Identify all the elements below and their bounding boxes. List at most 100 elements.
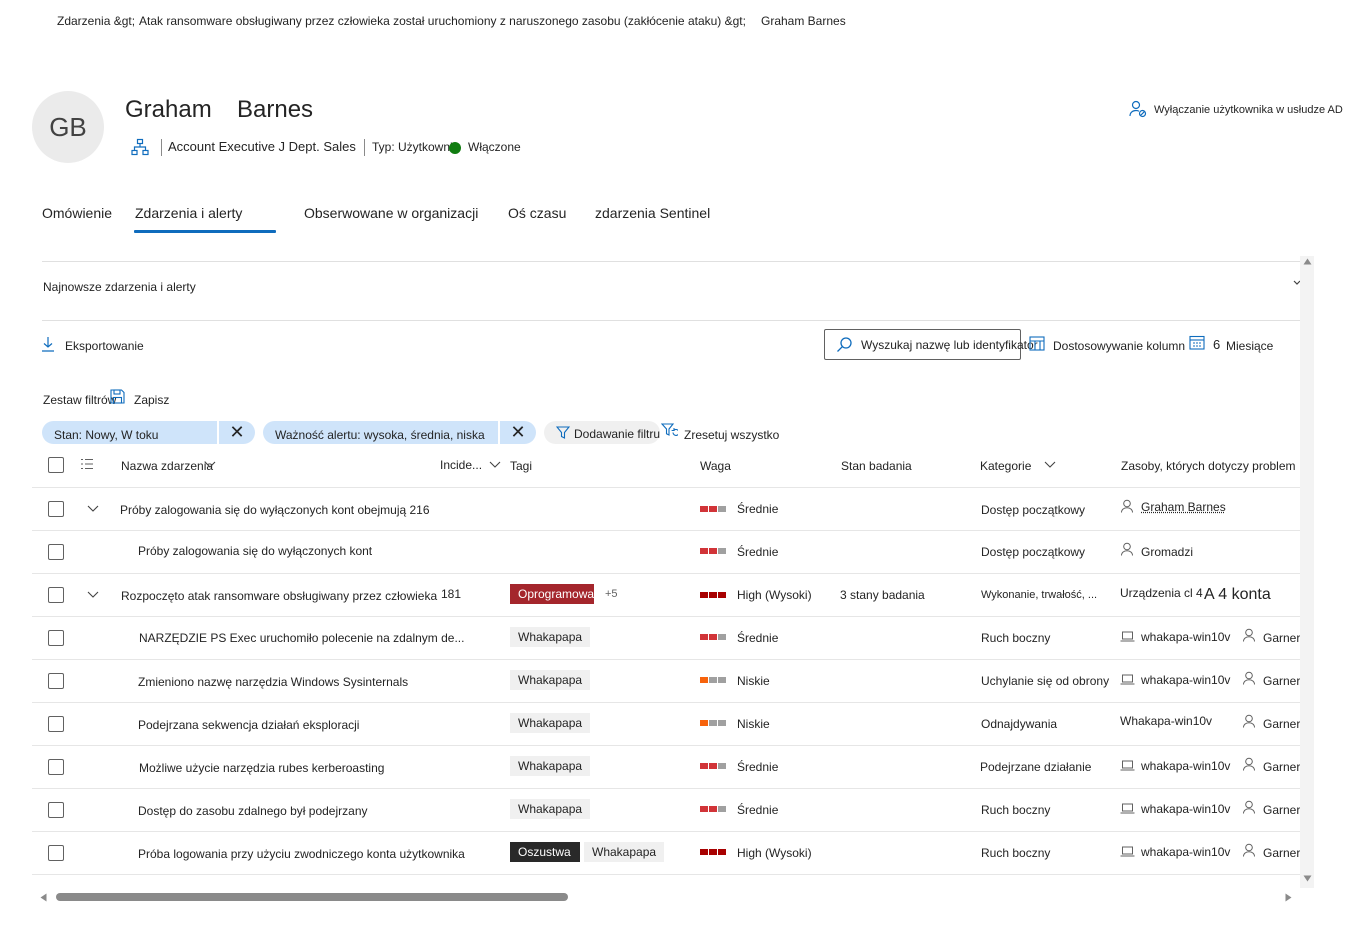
select-all-checkbox[interactable] xyxy=(48,457,64,473)
column-header-assets[interactable]: Zasoby, których dotyczy problem xyxy=(1121,459,1296,473)
divider xyxy=(32,831,1300,832)
disable-user-button[interactable]: Wyłączanie użytkownika w usłudze AD xyxy=(1154,104,1343,116)
column-header-name[interactable]: Nazwa zdarzenia xyxy=(121,459,213,473)
row-checkbox[interactable] xyxy=(48,673,64,689)
save-filter-button[interactable]: Zapisz xyxy=(134,393,169,407)
chevron-down-icon[interactable] xyxy=(1044,461,1056,469)
asset-device-link[interactable]: whakapa-win10v xyxy=(1141,630,1230,644)
columns-icon[interactable] xyxy=(1029,336,1045,351)
filter-set-label[interactable]: Zestaw filtrów xyxy=(43,393,116,407)
asset-accounts[interactable]: A 4 konta xyxy=(1204,586,1271,604)
tab-overview[interactable]: Omówienie xyxy=(42,205,112,221)
disable-user-icon xyxy=(1129,100,1147,118)
filter-chip-status-label: Stan: Nowy, W toku xyxy=(54,428,159,442)
row-checkbox[interactable] xyxy=(48,544,64,560)
asset-devices[interactable]: Urządzenia cl 4 xyxy=(1120,586,1203,600)
category-label: Ruch boczny xyxy=(981,803,1051,817)
tag-badge: Whakapapa xyxy=(510,713,591,733)
column-header-severity[interactable]: Waga xyxy=(700,459,731,473)
reset-all-button[interactable]: Zresetuj wszystko xyxy=(684,428,779,442)
laptop-icon xyxy=(1120,760,1135,771)
incident-id[interactable]: 181 xyxy=(441,587,461,601)
tag-more-count[interactable]: +5 xyxy=(605,588,618,600)
tag-badge: Whakapapa xyxy=(584,842,665,862)
column-header-category[interactable]: Kategorie xyxy=(980,459,1031,473)
scroll-up-arrow-icon[interactable] xyxy=(1303,258,1312,265)
scroll-right-arrow-icon[interactable] xyxy=(1285,893,1292,902)
asset-user-link[interactable]: Garner xyxy=(1263,717,1300,731)
asset-link[interactable]: Graham Barnes xyxy=(1141,500,1226,514)
asset-user-link[interactable]: Garner xyxy=(1263,631,1300,645)
severity-label: Średnie xyxy=(737,631,779,645)
column-header-tags[interactable]: Tagi xyxy=(510,459,532,473)
category-label: Podejrzane działanie xyxy=(980,760,1092,774)
severity-bars-medium xyxy=(700,634,726,640)
save-icon[interactable] xyxy=(110,389,125,404)
remove-filter-status-button[interactable]: ✕ xyxy=(219,421,255,444)
scroll-left-arrow-icon[interactable] xyxy=(40,893,47,902)
list-options-icon[interactable] xyxy=(80,458,94,470)
laptop-icon xyxy=(1120,631,1135,642)
breadcrumb-incidents[interactable]: Zdarzenia &gt; xyxy=(57,14,135,28)
table-row-name[interactable]: Zmieniono nazwę narzędzia Windows Sysint… xyxy=(138,675,408,689)
column-header-incident[interactable]: Incide... xyxy=(440,458,482,472)
investigation-state[interactable]: 3 stany badania xyxy=(840,588,925,602)
table-row-name[interactable]: Możliwe użycie narzędzia rubes kerberoas… xyxy=(139,761,384,775)
period-number[interactable]: 6 xyxy=(1213,337,1220,352)
row-checkbox[interactable] xyxy=(48,716,64,732)
asset-device-link[interactable]: Whakapa-win10v xyxy=(1120,714,1212,728)
column-header-investigation[interactable]: Stan badania xyxy=(841,459,912,473)
asset-user-link[interactable]: Garner xyxy=(1263,846,1300,860)
table-row-name[interactable]: Próby zalogowania się do wyłączonych kon… xyxy=(120,503,430,517)
expand-chevron-icon[interactable] xyxy=(87,591,99,599)
scroll-down-arrow-icon[interactable] xyxy=(1303,875,1312,882)
reset-filter-icon[interactable] xyxy=(661,423,678,439)
chevron-down-icon[interactable] xyxy=(204,461,216,469)
table-row-name[interactable]: Próby zalogowania się do wyłączonych kon… xyxy=(138,544,372,558)
expand-chevron-icon[interactable] xyxy=(87,505,99,513)
org-chart-icon[interactable] xyxy=(131,138,149,156)
tab-sentinel[interactable]: zdarzenia Sentinel xyxy=(595,205,710,221)
table-row-name[interactable]: Podejrzana sekwencja działań eksploracji xyxy=(138,718,359,732)
tab-observed[interactable]: Obserwowane w organizacji xyxy=(304,205,478,221)
tab-timeline[interactable]: Oś czasu xyxy=(508,205,566,221)
export-button[interactable]: Eksportowanie xyxy=(65,339,144,353)
asset-user-link[interactable]: Garner xyxy=(1263,760,1300,774)
table-row-name[interactable]: Dostęp do zasobu zdalnego był podejrzany xyxy=(138,804,368,818)
table-row-name[interactable]: NARZĘDZIE PS Exec uruchomiło polecenie n… xyxy=(139,631,464,645)
tag-badge: Oszustwa xyxy=(510,842,580,862)
chevron-down-icon[interactable] xyxy=(489,461,501,469)
calendar-icon[interactable] xyxy=(1189,335,1205,350)
breadcrumb-incident[interactable]: Atak ransomware obsługiwany przez człowi… xyxy=(139,14,746,28)
asset-user-link[interactable]: Garner xyxy=(1263,674,1300,688)
section-title: Najnowsze zdarzenia i alerty xyxy=(43,280,196,294)
row-checkbox[interactable] xyxy=(48,802,64,818)
asset-device-link[interactable]: whakapa-win10v xyxy=(1141,845,1230,859)
remove-filter-severity-button[interactable]: ✕ xyxy=(500,421,536,444)
table-row-name[interactable]: Próba logowania przy użyciu zwodniczego … xyxy=(138,847,465,861)
row-checkbox[interactable] xyxy=(48,587,64,603)
asset-link[interactable]: Gromadzi xyxy=(1141,545,1193,559)
table-row-name[interactable]: Rozpoczęto atak ransomware obsługiwany p… xyxy=(121,589,437,603)
row-checkbox[interactable] xyxy=(48,630,64,646)
asset-device-link[interactable]: whakapa-win10v xyxy=(1141,673,1230,687)
tab-incidents-alerts[interactable]: Zdarzenia i alerty xyxy=(135,205,242,221)
asset-device-link[interactable]: whakapa-win10v xyxy=(1141,759,1230,773)
tag-badge: Whakapapa xyxy=(510,670,591,690)
vertical-scrollbar[interactable] xyxy=(1300,256,1314,888)
customize-columns-button[interactable]: Dostosowywanie kolumn xyxy=(1053,339,1185,353)
tag-badge: Whakapapa xyxy=(510,799,591,819)
severity-label: Średnie xyxy=(737,502,779,516)
download-icon[interactable] xyxy=(41,336,55,352)
asset-device-link[interactable]: whakapa-win10v xyxy=(1141,802,1230,816)
asset-user-link[interactable]: Garner xyxy=(1263,803,1300,817)
period-selector[interactable]: Miesiące xyxy=(1226,339,1273,353)
severity-bars-medium xyxy=(700,763,726,769)
row-checkbox[interactable] xyxy=(48,845,64,861)
avatar: GB xyxy=(32,91,104,163)
horizontal-scroll-thumb[interactable] xyxy=(56,893,568,901)
row-checkbox[interactable] xyxy=(48,501,64,517)
severity-bars-medium xyxy=(700,548,726,554)
row-checkbox[interactable] xyxy=(48,759,64,775)
tag-badge: Whakapapa xyxy=(510,756,591,776)
